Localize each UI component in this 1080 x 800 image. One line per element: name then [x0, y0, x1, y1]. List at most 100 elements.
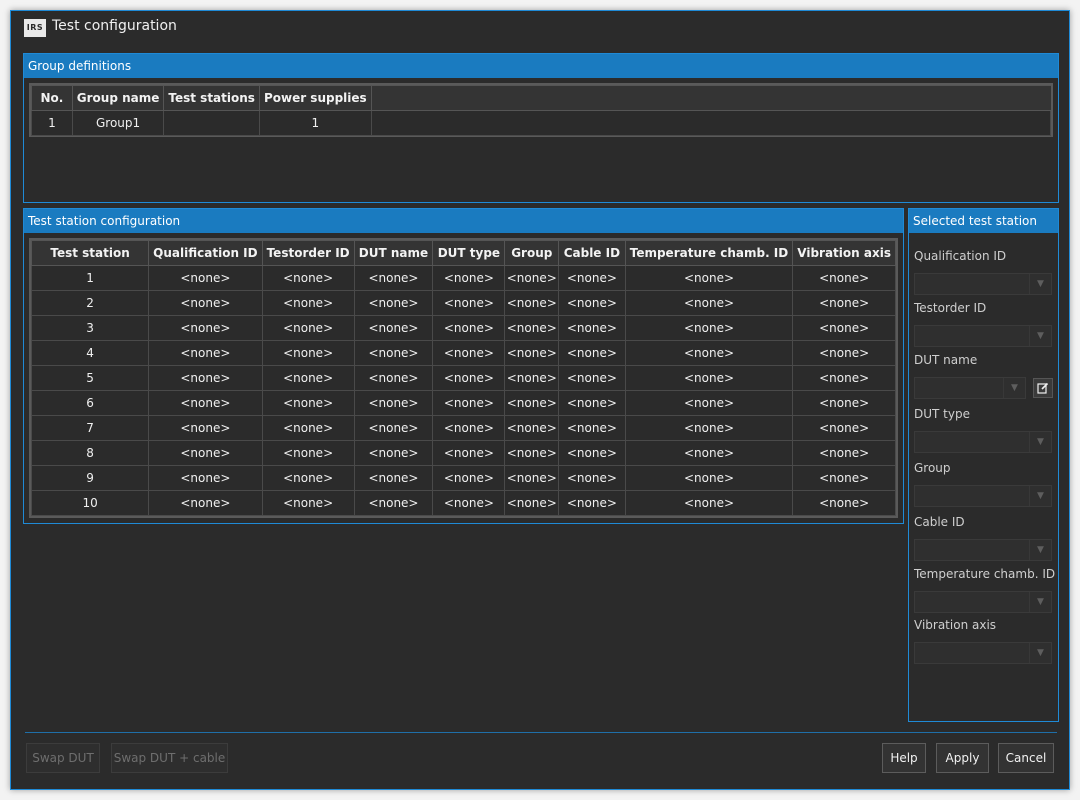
table-row[interactable]: 1 Group1 1 — [31, 110, 1052, 136]
cell-qualification-id[interactable]: <none> — [148, 365, 263, 391]
cell-dut-type[interactable]: <none> — [432, 340, 506, 366]
group-combobox[interactable]: ▼ — [914, 485, 1052, 507]
group-definitions-grid[interactable]: No. Group name Test stations Power suppl… — [29, 83, 1053, 137]
table-row[interactable]: 7 <none> <none> <none> <none> <none> <none> <no… — [30, 415, 896, 441]
cell-group[interactable]: <none> — [504, 365, 560, 391]
cell-group[interactable]: <none> — [504, 390, 560, 416]
cell-dut-name[interactable]: <none> — [353, 315, 434, 341]
cell-vibration-axis[interactable]: <none> — [792, 315, 896, 341]
cell-group[interactable]: <none> — [504, 465, 560, 491]
cable-id-combobox[interactable]: ▼ — [914, 539, 1052, 561]
cell-vibration-axis[interactable]: <none> — [792, 415, 896, 441]
cell-vibration-axis[interactable]: <none> — [792, 440, 896, 466]
edit-dut-name-button[interactable] — [1033, 378, 1053, 398]
cell-temperature-chamb-id[interactable]: <none> — [624, 490, 794, 516]
cell-power-supplies[interactable]: 1 — [258, 110, 372, 136]
cell-temperature-chamb-id[interactable]: <none> — [624, 390, 794, 416]
column-header-power-supplies[interactable]: Power supplies — [258, 85, 372, 111]
table-row[interactable]: 5 <none> <none> <none> <none> <none> <none> <no… — [30, 365, 896, 391]
cell-testorder-id[interactable]: <none> — [261, 315, 355, 341]
cell-test-stations[interactable] — [163, 110, 260, 136]
cell-group-name[interactable]: Group1 — [71, 110, 165, 136]
cell-testorder-id[interactable]: <none> — [261, 490, 355, 516]
cell-group[interactable]: <none> — [504, 315, 560, 341]
cell-temperature-chamb-id[interactable]: <none> — [624, 365, 794, 391]
column-header-group[interactable]: Group — [504, 240, 560, 266]
table-row[interactable]: 3 <none> <none> <none> <none> <none> <none> <no… — [30, 315, 896, 341]
cell-test-station[interactable]: 7 — [30, 415, 150, 441]
cell-vibration-axis[interactable]: <none> — [792, 265, 896, 291]
cell-group[interactable]: <none> — [504, 290, 560, 316]
column-header-cable-id[interactable]: Cable ID — [558, 240, 626, 266]
cell-vibration-axis[interactable]: <none> — [792, 340, 896, 366]
column-header-vibration-axis[interactable]: Vibration axis — [792, 240, 896, 266]
cell-vibration-axis[interactable]: <none> — [792, 290, 896, 316]
cell-dut-name[interactable]: <none> — [353, 290, 434, 316]
cell-test-station[interactable]: 4 — [30, 340, 150, 366]
cell-temperature-chamb-id[interactable]: <none> — [624, 415, 794, 441]
cell-testorder-id[interactable]: <none> — [261, 265, 355, 291]
cell-dut-name[interactable]: <none> — [353, 365, 434, 391]
cell-dut-type[interactable]: <none> — [432, 390, 506, 416]
cell-test-station[interactable]: 9 — [30, 465, 150, 491]
cell-vibration-axis[interactable]: <none> — [792, 465, 896, 491]
cell-group[interactable]: <none> — [504, 265, 560, 291]
chevron-down-icon[interactable]: ▼ — [1029, 643, 1051, 663]
cell-cable-id[interactable]: <none> — [558, 265, 626, 291]
cell-vibration-axis[interactable]: <none> — [792, 390, 896, 416]
cell-temperature-chamb-id[interactable]: <none> — [624, 340, 794, 366]
swap-dut-button[interactable]: Swap DUT — [26, 743, 100, 773]
dut-type-combobox[interactable]: ▼ — [914, 431, 1052, 453]
cell-testorder-id[interactable]: <none> — [261, 340, 355, 366]
cell-qualification-id[interactable]: <none> — [148, 490, 263, 516]
apply-button[interactable]: Apply — [936, 743, 989, 773]
cell-dut-type[interactable]: <none> — [432, 365, 506, 391]
cell-test-station[interactable]: 10 — [30, 490, 150, 516]
cell-testorder-id[interactable]: <none> — [261, 440, 355, 466]
cell-testorder-id[interactable]: <none> — [261, 465, 355, 491]
dut-name-combobox[interactable]: ▼ — [914, 377, 1026, 399]
test-station-grid[interactable]: Test station Qualification ID Testorder ID… — [29, 238, 898, 518]
chevron-down-icon[interactable]: ▼ — [1029, 326, 1051, 346]
cell-temperature-chamb-id[interactable]: <none> — [624, 290, 794, 316]
cell-dut-type[interactable]: <none> — [432, 265, 506, 291]
cell-cable-id[interactable]: <none> — [558, 390, 626, 416]
chevron-down-icon[interactable]: ▼ — [1029, 592, 1051, 612]
column-header-group-name[interactable]: Group name — [71, 85, 165, 111]
cell-group[interactable]: <none> — [504, 440, 560, 466]
chevron-down-icon[interactable]: ▼ — [1029, 486, 1051, 506]
cell-dut-type[interactable]: <none> — [432, 290, 506, 316]
cell-testorder-id[interactable]: <none> — [261, 390, 355, 416]
cell-cable-id[interactable]: <none> — [558, 440, 626, 466]
cell-group[interactable]: <none> — [504, 490, 560, 516]
column-header-qualification-id[interactable]: Qualification ID — [148, 240, 263, 266]
cell-testorder-id[interactable]: <none> — [261, 290, 355, 316]
cell-qualification-id[interactable]: <none> — [148, 340, 263, 366]
cell-test-station[interactable]: 8 — [30, 440, 150, 466]
cell-test-station[interactable]: 2 — [30, 290, 150, 316]
cell-dut-type[interactable]: <none> — [432, 490, 506, 516]
cell-temperature-chamb-id[interactable]: <none> — [624, 265, 794, 291]
cell-vibration-axis[interactable]: <none> — [792, 365, 896, 391]
cell-dut-name[interactable]: <none> — [353, 465, 434, 491]
cell-dut-name[interactable]: <none> — [353, 415, 434, 441]
cell-cable-id[interactable]: <none> — [558, 415, 626, 441]
chevron-down-icon[interactable]: ▼ — [1029, 540, 1051, 560]
cell-qualification-id[interactable]: <none> — [148, 290, 263, 316]
cell-dut-type[interactable]: <none> — [432, 465, 506, 491]
cell-group[interactable]: <none> — [504, 340, 560, 366]
cell-testorder-id[interactable]: <none> — [261, 365, 355, 391]
title-bar[interactable]: IRS Test configuration — [11, 11, 1069, 47]
swap-dut-cable-button[interactable]: Swap DUT + cable — [111, 743, 228, 773]
cell-dut-type[interactable]: <none> — [432, 315, 506, 341]
column-header-test-station[interactable]: Test station — [30, 240, 150, 266]
cell-cable-id[interactable]: <none> — [558, 490, 626, 516]
cell-qualification-id[interactable]: <none> — [148, 440, 263, 466]
cell-dut-type[interactable]: <none> — [432, 415, 506, 441]
cell-test-station[interactable]: 1 — [30, 265, 150, 291]
cell-temperature-chamb-id[interactable]: <none> — [624, 440, 794, 466]
cell-cable-id[interactable]: <none> — [558, 465, 626, 491]
cell-qualification-id[interactable]: <none> — [148, 465, 263, 491]
cell-dut-name[interactable]: <none> — [353, 390, 434, 416]
cell-qualification-id[interactable]: <none> — [148, 415, 263, 441]
